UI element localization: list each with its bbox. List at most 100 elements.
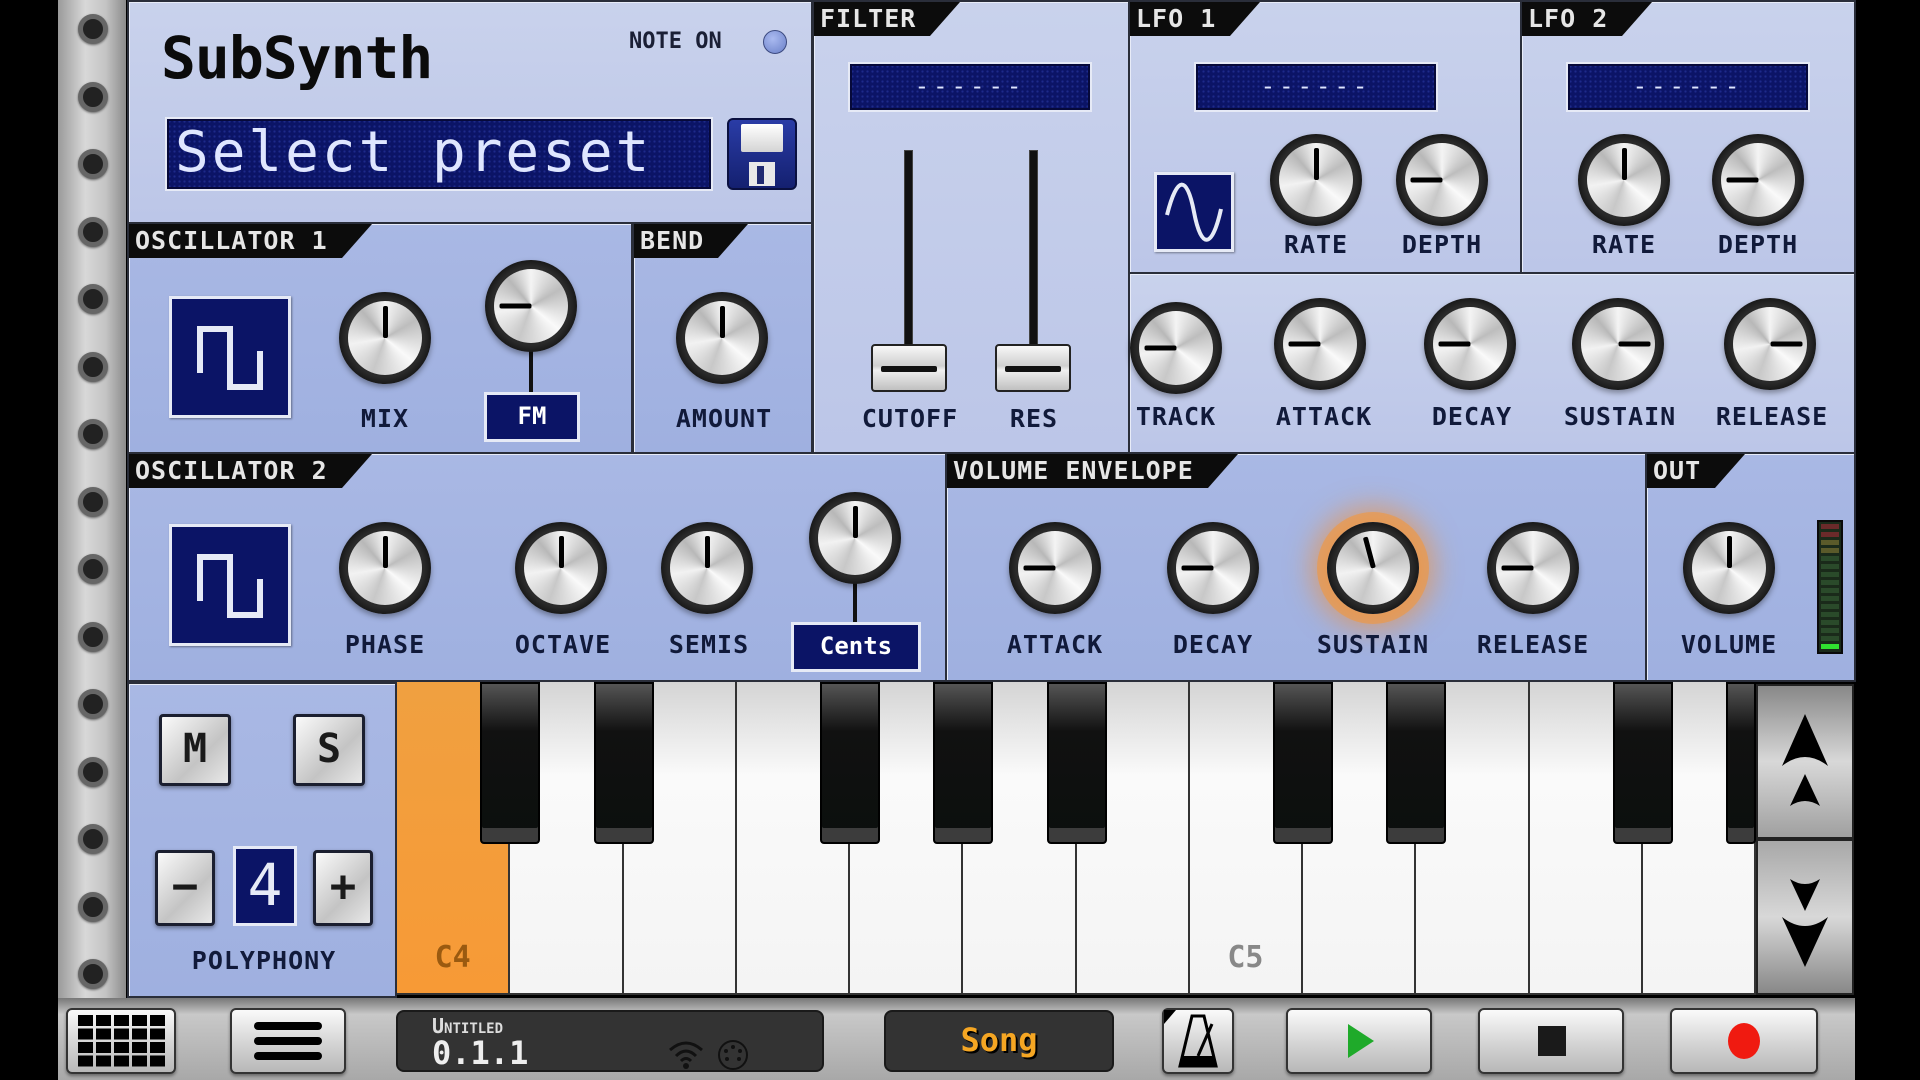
lfo2-depth-knob[interactable] [1712,134,1804,226]
meter-segment [1821,644,1839,649]
play-icon [1348,1024,1374,1058]
res-slider-track[interactable] [1029,150,1038,350]
note-on-led [763,30,787,54]
rack-screw-hole [78,824,108,854]
osc2-phase-knob[interactable] [339,522,431,614]
piano-key-a-sharp4[interactable] [1046,682,1107,844]
rack-screw-hole [78,891,108,922]
vol-attack-knob[interactable] [1009,522,1101,614]
out-title: OUT [1647,454,1746,488]
filter-sustain-knob[interactable] [1572,298,1664,390]
song-mode-button[interactable]: Song [884,1010,1114,1072]
vol-sustain-knob[interactable] [1327,522,1419,614]
vol-decay-knob[interactable] [1167,522,1259,614]
lfo1-rate-knob[interactable] [1270,134,1362,226]
rack-screw-hole [78,14,108,44]
filter-decay-knob[interactable] [1424,298,1516,390]
song-info-display: Untitled 0.1.1 [396,1010,824,1072]
polyphony-decrease-button[interactable]: − [155,850,215,926]
volume-envelope-panel: VOLUME ENVELOPE ATTACK DECAY SUSTAIN REL… [945,452,1647,682]
double-chevron-down-icon [1782,879,1828,967]
out-panel: OUT VOLUME [1645,452,1856,682]
record-button[interactable] [1670,1008,1818,1074]
filter-release-knob[interactable] [1724,298,1816,390]
polyphony-increase-button[interactable]: + [313,850,373,926]
filter-envelope-panel: TRACK ATTACK DECAY SUSTAIN RELEASE [1128,274,1856,454]
volume-envelope-title: VOLUME ENVELOPE [947,454,1238,488]
preset-display[interactable]: Select preset [165,117,713,191]
piano-key-d-sharp4[interactable] [593,682,654,844]
osc2-phase-label: PHASE [344,630,426,659]
lfo2-rate-knob[interactable] [1578,134,1670,226]
filter-release-label: RELEASE [1715,402,1829,431]
rack-screw-hole [78,419,108,449]
square-wave-icon [197,554,263,618]
metronome-icon [1164,1010,1218,1068]
piano-key-f-sharp5[interactable] [1612,682,1673,844]
octave-down-button[interactable] [1756,839,1854,995]
rack-rail [58,0,126,998]
lfo2-display: ------ [1566,62,1810,112]
piano-key-g-sharp4[interactable] [933,682,994,844]
osc1-mix-knob[interactable] [339,292,431,384]
res-slider-handle[interactable] [995,344,1071,392]
osc1-fm-selector[interactable]: FM [484,392,580,442]
play-button[interactable] [1286,1008,1432,1074]
lfo1-depth-label: DEPTH [1401,230,1483,259]
osc2-octave-label: OCTAVE [514,630,612,659]
filter-decay-label: DECAY [1431,402,1513,431]
grid-view-button[interactable] [66,1008,176,1074]
solo-button[interactable]: S [293,714,365,786]
rack-screw-hole [78,81,108,112]
octave-up-button[interactable] [1756,684,1854,839]
osc2-waveform-selector[interactable] [169,524,291,646]
lfo2-depth-label: DEPTH [1717,230,1799,259]
save-preset-button[interactable] [727,118,797,190]
menu-button[interactable] [230,1008,346,1074]
meter-segment [1821,572,1839,577]
key-label: C5 [1227,940,1264,975]
song-mode-label: Song [960,1021,1038,1059]
filter-track-knob[interactable] [1130,302,1222,394]
osc1-waveform-selector[interactable] [169,296,291,418]
stop-button[interactable] [1478,1008,1624,1074]
filter-attack-knob[interactable] [1274,298,1366,390]
piano-keyboard: C4 C5 [397,682,1756,995]
lfo1-panel: LFO 1 ------ RATE DEPTH [1128,0,1522,274]
lfo2-title: LFO 2 [1522,2,1653,36]
out-volume-knob[interactable] [1683,522,1775,614]
output-level-meter [1817,520,1843,654]
meter-segment [1821,596,1839,601]
metronome-button[interactable] [1162,1008,1234,1074]
filter-title: FILTER [814,2,961,36]
vol-release-knob[interactable] [1487,522,1579,614]
osc2-semis-knob[interactable] [661,522,753,614]
meter-segment [1821,620,1839,625]
osc2-cents-knob[interactable] [809,492,901,584]
osc2-octave-knob[interactable] [515,522,607,614]
meter-segment [1821,524,1839,529]
meter-segment [1821,636,1839,641]
vol-decay-label: DECAY [1172,630,1254,659]
piano-key-f-sharp4[interactable] [820,682,880,844]
midi-icon [716,1038,750,1076]
piano-key-d-sharp5[interactable] [1386,682,1447,844]
cutoff-slider-track[interactable] [904,150,913,350]
bend-amount-knob[interactable] [676,292,768,384]
mute-button[interactable]: M [159,714,231,786]
lfo1-waveform-selector[interactable] [1154,172,1234,252]
piano-key-c-sharp5[interactable] [1273,682,1333,844]
piano-key-c-sharp4[interactable] [480,682,541,844]
cutoff-label: CUTOFF [861,404,959,433]
piano-key-g-sharp5[interactable] [1726,682,1756,844]
polyphony-label: POLYPHONY [191,946,337,975]
osc1-fm-knob[interactable] [485,260,577,352]
lfo1-depth-knob[interactable] [1396,134,1488,226]
oscillator2-panel: OSCILLATOR 2 PHASE OCTAVE SEMIS Cents [127,452,947,682]
double-chevron-up-icon [1782,714,1828,806]
wifi-icon [668,1040,704,1077]
osc2-cents-selector[interactable]: Cents [791,622,921,672]
lfo2-rate-label: RATE [1591,230,1657,259]
cutoff-slider-handle[interactable] [871,344,947,392]
rack-screw-hole [78,756,108,787]
